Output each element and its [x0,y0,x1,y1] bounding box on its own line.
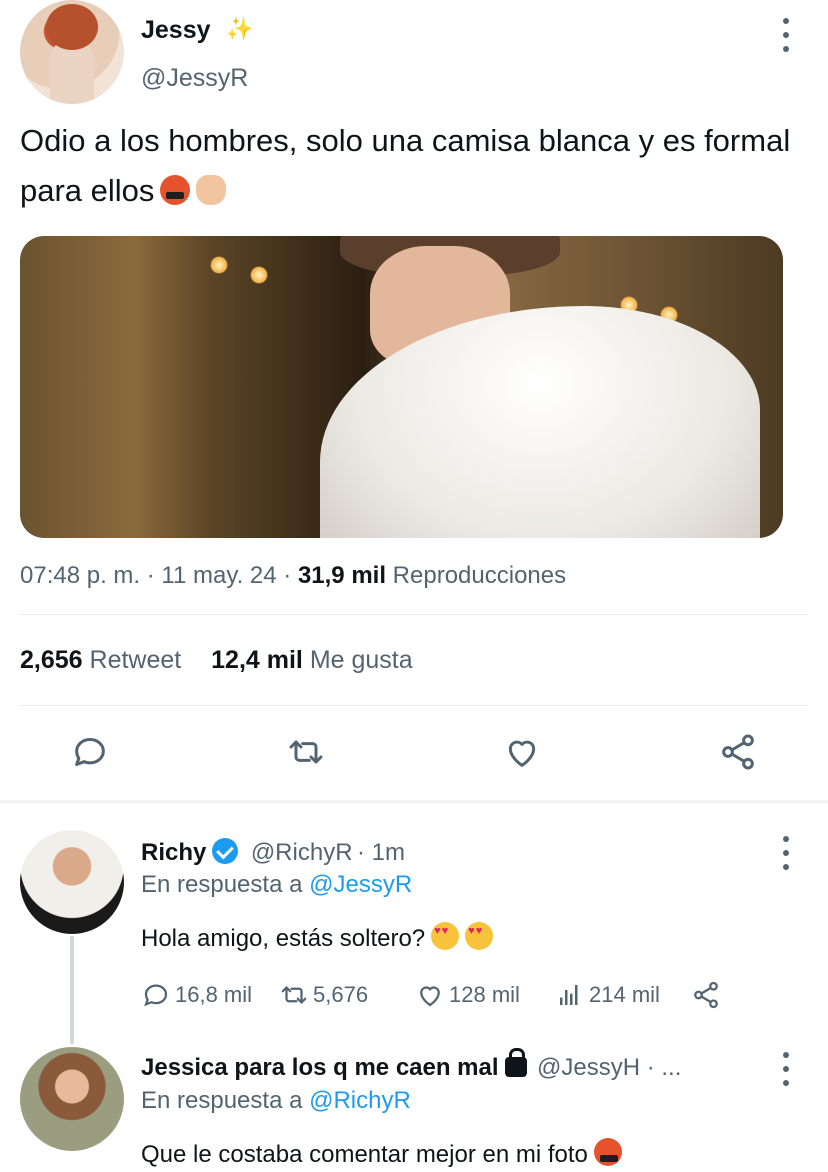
tweet-time[interactable]: 07:48 p. m. [20,562,140,589]
oncoming-fist-emoji-icon [196,175,227,205]
section-divider [0,800,828,803]
more-options-icon[interactable] [776,1052,796,1086]
face-with-symbols-emoji-icon [160,175,191,205]
reply-header: Richy @RichyR · 1m [141,838,405,867]
reply-count: 16,8 mil [175,982,253,1007]
reply-icon [144,984,168,1007]
retweets-label[interactable]: Retweet [90,646,182,674]
thread-connector [70,936,74,1044]
heart-eyes-emoji-icon [465,922,494,950]
share-icon [694,981,718,1009]
reply-text-body: Hola amigo, estás soltero? [141,925,426,952]
reply-text: Hola amigo, estás soltero? [141,922,494,953]
tweet-action-bar [20,726,808,782]
retweet-icon[interactable] [286,732,326,772]
retweets-count[interactable]: 2,656 [20,646,83,674]
views-count: 214 mil [589,982,660,1007]
heart-eyes-emoji-icon [431,922,460,950]
more-options-icon[interactable] [776,836,796,870]
tweet-text-body: Odio a los hombres, solo una camisa blan… [20,123,791,208]
in-reply-prefix: En respuesta a [141,871,303,898]
in-reply-to-handle[interactable]: @JessyR [309,871,412,898]
face-with-symbols-emoji-icon [593,1138,622,1166]
like-icon [420,986,440,1007]
reply-header: Jessica para los q me caen mal @JessyH ·… [141,1048,681,1082]
retweet-icon [281,986,307,1004]
likes-label[interactable]: Me gusta [310,646,413,674]
reply-views-button[interactable]: 214 mil [555,980,660,1010]
retweet-count: 5,676 [313,982,369,1007]
separator: · [146,562,155,589]
reply-author-name[interactable]: Richy [141,839,206,866]
more-options-icon[interactable] [776,18,796,52]
author-name[interactable]: Jessy [141,16,211,45]
like-count: 128 mil [449,982,520,1007]
views-count: 31,9 mil [297,562,386,589]
reply-text-body: Que le costaba comentar mejor en mi foto [141,1141,588,1168]
share-icon[interactable] [718,732,758,772]
reply-retweet-button[interactable]: 5,676 [279,980,368,1010]
reply-time[interactable]: · 1m [357,839,405,866]
reply-share-button[interactable] [691,980,721,1010]
author-handle[interactable]: @JessyR [141,64,248,93]
divider [20,705,808,706]
in-reply-to: En respuesta a @JessyR [141,871,412,899]
in-reply-to: En respuesta a @RichyR [141,1087,411,1115]
author-avatar[interactable] [20,0,124,104]
tweet-text: Odio a los hombres, solo una camisa blan… [20,116,810,216]
reply-author-name[interactable]: Jessica para los q me caen mal [141,1054,499,1081]
lock-icon [504,1048,527,1077]
reply-author-handle[interactable]: @JessyH · ... [537,1054,681,1081]
reply-avatar[interactable] [20,1047,124,1151]
reply-icon[interactable] [70,732,110,772]
like-icon[interactable] [502,732,542,772]
separator: · [283,562,292,589]
divider [20,614,808,615]
reply-avatar[interactable] [20,830,124,934]
reply-like-button[interactable]: 128 mil [415,980,520,1010]
in-reply-to-handle[interactable]: @RichyR [309,1087,411,1114]
reply-author-handle[interactable]: @RichyR [251,839,353,866]
tweet-date[interactable]: 11 may. 24 [161,562,276,589]
tweet-stats: 2,656 Retweet 12,4 mil Me gusta [20,646,413,675]
reply-action-bar: 16,8 mil 5,676 128 mil 214 mil [141,980,741,1016]
views-chart-icon [560,985,578,1005]
verified-badge-icon [212,838,239,864]
reply-reply-button[interactable]: 16,8 mil [141,980,252,1010]
views-label[interactable]: Reproducciones [393,562,566,589]
tweet-media-image[interactable] [20,236,783,538]
tweet-meta: 07:48 p. m. · 11 may. 24 · 31,9 mil Repr… [20,562,566,590]
likes-count[interactable]: 12,4 mil [211,646,303,674]
reply-text: Que le costaba comentar mejor en mi foto [141,1138,622,1169]
sparkles-icon: ✨ [226,16,254,41]
in-reply-prefix: En respuesta a [141,1087,303,1114]
